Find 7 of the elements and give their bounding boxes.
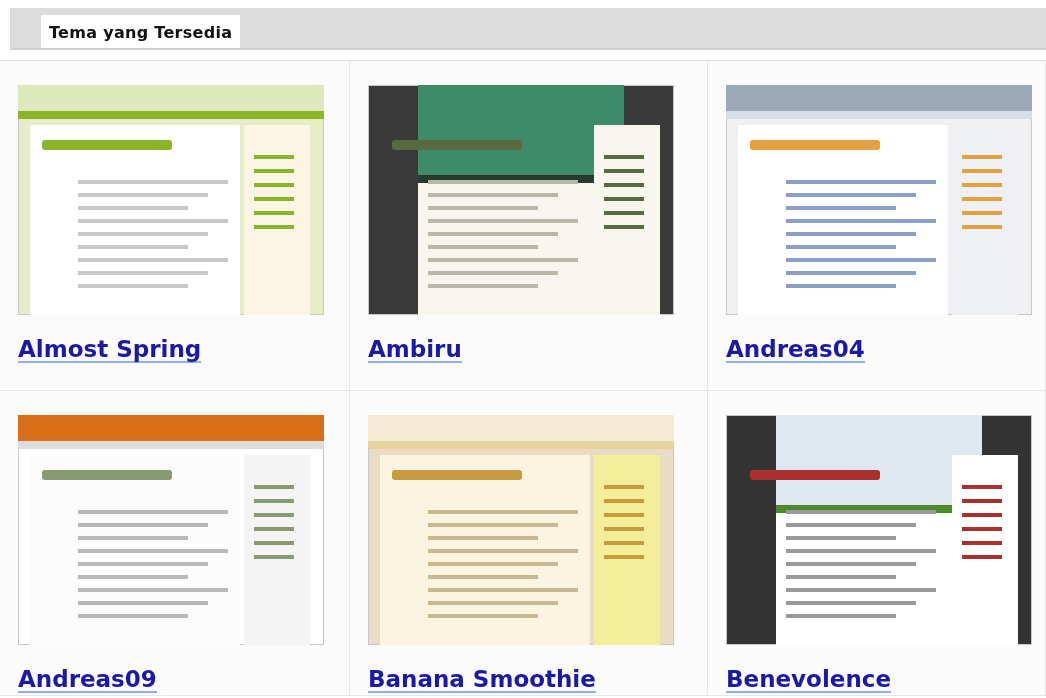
theme-name-link[interactable]: Benevolence xyxy=(726,667,891,694)
theme-name-link[interactable]: Andreas09 xyxy=(18,667,157,694)
tab[interactable]: Tema yang Tersedia xyxy=(41,15,241,48)
theme-name-link[interactable]: Almost Spring xyxy=(18,337,202,364)
theme-name-link[interactable]: Banana Smoothie xyxy=(368,667,596,694)
theme-name-link[interactable]: Andreas04 xyxy=(726,337,865,364)
theme-name-link[interactable]: Ambiru xyxy=(368,337,462,364)
